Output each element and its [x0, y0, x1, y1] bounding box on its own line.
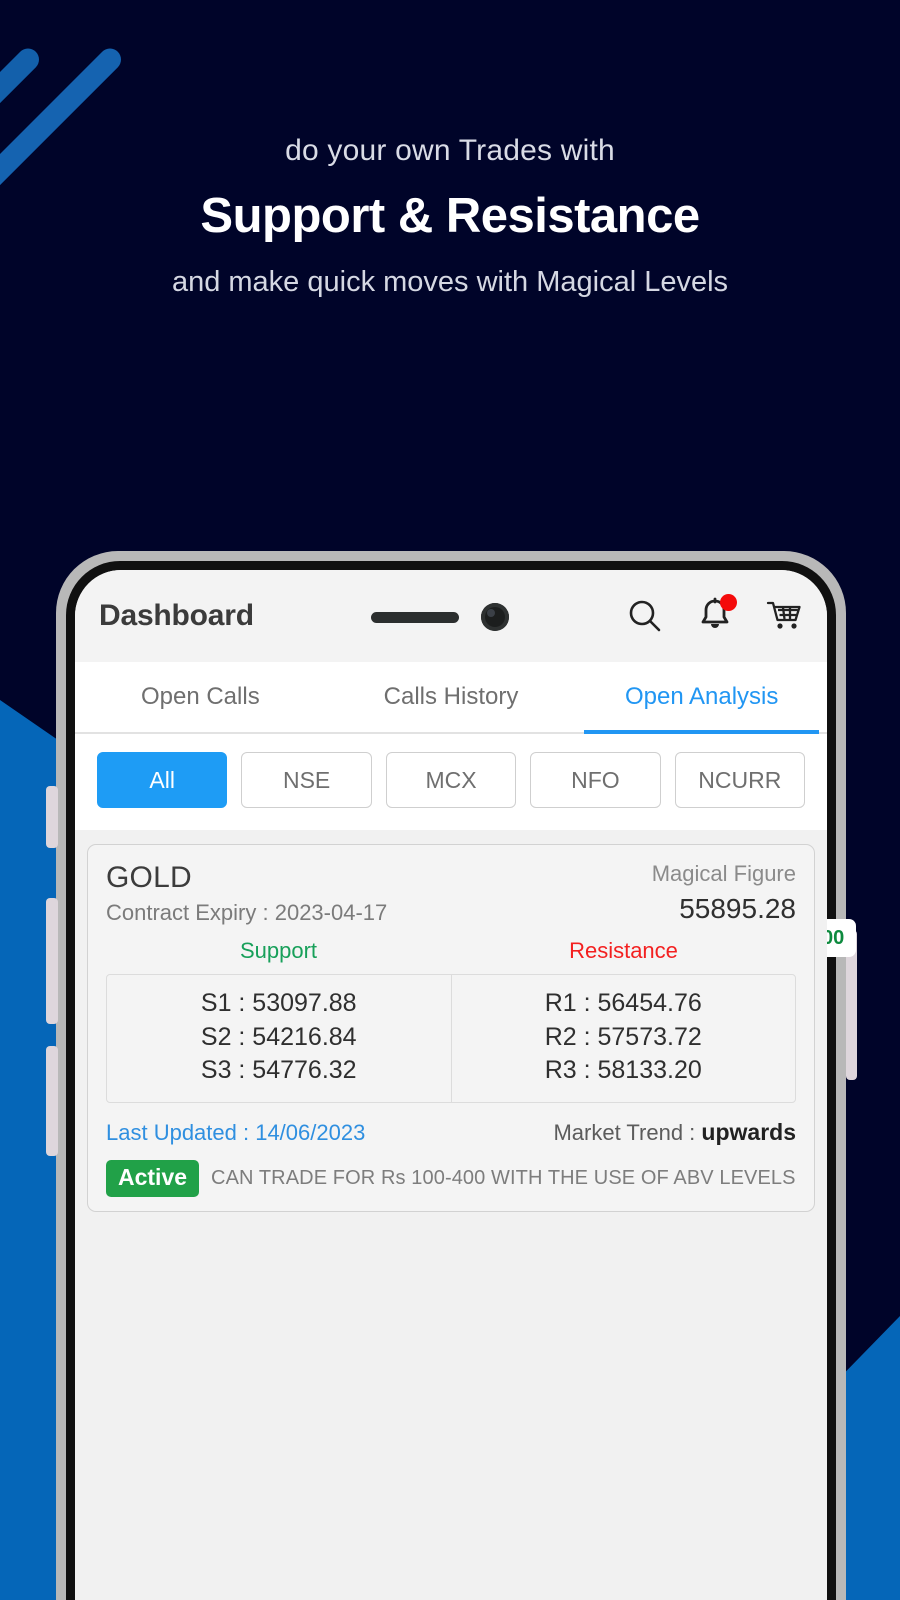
notification-bell-icon[interactable]: [695, 594, 737, 636]
filter-chip-ncurr-label: NCURR: [698, 766, 782, 793]
card-header-right: Magical Figure 55895.28: [652, 861, 796, 925]
hero-copy: do your own Trades with Support & Resist…: [0, 134, 900, 299]
notification-badge-dot: [720, 594, 737, 611]
card-header: GOLD Contract Expiry : 2023-04-17 Magica…: [106, 861, 796, 926]
support-level-1: S1 : 53097.88: [200, 989, 357, 1017]
hero-headline: Support & Resistance: [200, 189, 700, 243]
status-note: CAN TRADE FOR Rs 100-400 WITH THE USE OF…: [211, 1166, 796, 1189]
contract-expiry: Contract Expiry : 2023-04-17: [106, 900, 388, 925]
market-trend-label: Market Trend :: [553, 1119, 702, 1145]
hero-line-1: do your own Trades with: [285, 134, 615, 167]
resistance-level-1: R1 : 56454.76: [544, 989, 702, 1017]
shopping-cart-icon[interactable]: [765, 596, 805, 636]
analysis-card-gold[interactable]: GOLD Contract Expiry : 2023-04-17 Magica…: [87, 844, 815, 1212]
phone-side-button-volume-down[interactable]: [46, 1046, 58, 1156]
market-trend-value: upwards: [701, 1118, 796, 1145]
tab-open-analysis-label: Open Analysis: [624, 683, 779, 710]
resistance-level-3: R3 : 58133.20: [544, 1056, 702, 1084]
filter-chip-nse-label: NSE: [282, 766, 331, 793]
magical-figure-value: 55895.28: [679, 893, 796, 924]
levels-headers: Support Resistance: [106, 938, 796, 964]
filter-chip-nfo-label: NFO: [571, 766, 620, 793]
hero-line-3: and make quick moves with Magical Levels: [171, 266, 729, 298]
resistance-header: Resistance: [569, 938, 678, 963]
exchange-filter-chips: All NSE MCX NFO NCURR: [75, 734, 827, 830]
filter-chip-nfo[interactable]: NFO: [530, 752, 661, 808]
promo-screenshot: do your own Trades with Support & Resist…: [0, 0, 900, 1600]
tab-bar: Open Calls Calls History Open Analysis: [75, 662, 827, 734]
phone-screen: Dashboard Open Calls Calls History Open …: [75, 570, 827, 1600]
symbol-name: GOLD: [106, 861, 192, 894]
resistance-level-2: R2 : 57573.72: [544, 1022, 702, 1051]
phone-side-button-mute[interactable]: [46, 786, 58, 848]
page-title: Dashboard: [99, 599, 254, 632]
front-camera-icon: [481, 603, 509, 631]
filter-chip-nse[interactable]: NSE: [241, 752, 372, 808]
analysis-list: GOLD Contract Expiry : 2023-04-17 Magica…: [75, 830, 827, 1600]
phone-side-button-volume-up[interactable]: [46, 898, 58, 1024]
app-bar-actions: [625, 594, 805, 636]
phone-notch-hardware: [371, 603, 509, 631]
status-row: Active CAN TRADE FOR Rs 100-400 WITH THE…: [106, 1159, 796, 1197]
app-bar: Dashboard: [75, 570, 827, 662]
earpiece-speaker: [371, 611, 459, 623]
filter-chip-mcx-label: MCX: [425, 766, 477, 793]
search-icon[interactable]: [625, 596, 665, 636]
card-header-left: GOLD Contract Expiry : 2023-04-17: [106, 861, 387, 926]
resistance-column: R1 : 56454.76 R2 : 57573.72 R3 : 58133.2…: [450, 975, 796, 1102]
status-badge: Active: [106, 1159, 200, 1197]
support-level-2: S2 : 54216.84: [200, 1022, 357, 1051]
support-level-3: S3 : 54776.32: [200, 1056, 357, 1084]
filter-chip-all-label: All: [149, 766, 175, 793]
tab-calls-history-label: Calls History: [383, 683, 519, 710]
tab-open-calls-label: Open Calls: [140, 683, 260, 710]
filter-chip-mcx[interactable]: MCX: [385, 752, 517, 808]
last-updated: Last Updated : 14/06/2023: [106, 1119, 366, 1145]
tab-open-calls[interactable]: Open Calls: [75, 662, 326, 732]
card-footer: Last Updated : 14/06/2023 Market Trend :…: [106, 1119, 796, 1146]
support-column: S1 : 53097.88 S2 : 54216.84 S3 : 54776.3…: [107, 975, 451, 1102]
levels-table: S1 : 53097.88 S2 : 54216.84 S3 : 54776.3…: [106, 974, 796, 1103]
tab-calls-history[interactable]: Calls History: [326, 662, 577, 732]
market-trend: Market Trend : upwards: [553, 1119, 796, 1146]
filter-chip-ncurr[interactable]: NCURR: [674, 752, 806, 808]
magical-figure-label: Magical Figure: [651, 861, 796, 886]
filter-chip-all[interactable]: All: [97, 752, 228, 808]
support-header: Support: [239, 938, 318, 963]
tab-open-analysis[interactable]: Open Analysis: [576, 662, 827, 734]
